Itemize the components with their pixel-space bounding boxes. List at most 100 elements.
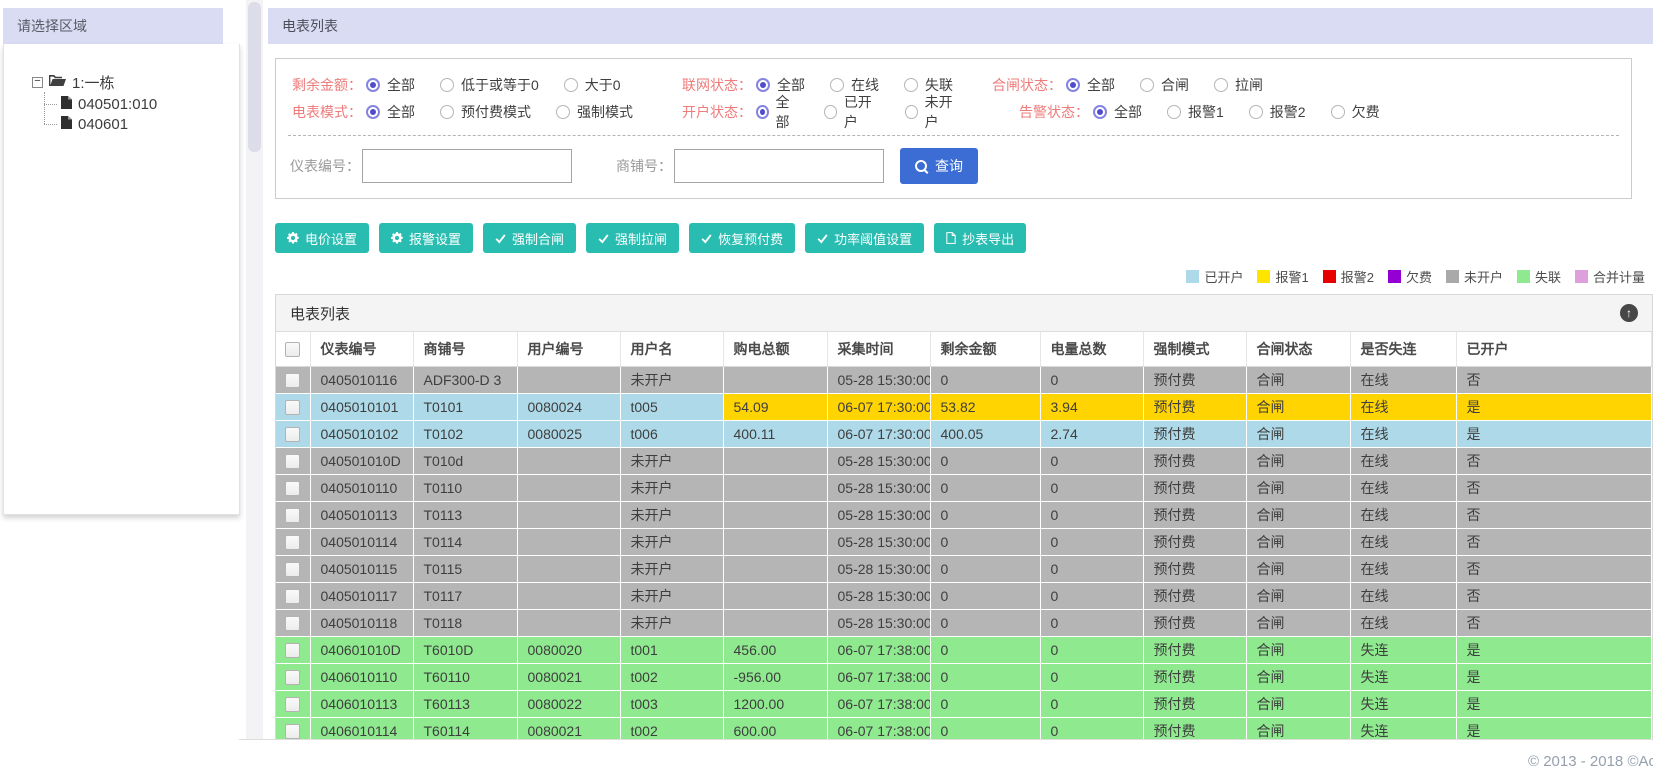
radio-option[interactable]: 全部 <box>1066 75 1115 95</box>
column-header[interactable]: 用户编号 <box>517 332 621 367</box>
tree-root-label[interactable]: 1:一栋 <box>72 72 115 93</box>
radio-icon[interactable] <box>366 104 380 119</box>
row-checkbox[interactable] <box>285 400 300 416</box>
radio-option[interactable]: 大于0 <box>563 75 621 95</box>
action-button[interactable]: 强制合闸 <box>483 223 577 253</box>
shop-no-input[interactable] <box>674 149 884 183</box>
tree-node[interactable]: 040501:010 <box>37 94 239 114</box>
collapse-icon[interactable] <box>32 76 43 88</box>
radio-option[interactable]: 全部 <box>366 75 415 95</box>
action-button[interactable]: 抄表导出 <box>934 223 1027 253</box>
table-row[interactable]: 0405010101 T0101 0080024 t005 54.09 06-07 17:… <box>276 393 1652 421</box>
action-button[interactable]: 恢复预付费 <box>689 223 796 253</box>
tree-node-label[interactable]: 040501:010 <box>78 96 157 113</box>
column-header[interactable]: 用户名 <box>620 332 724 367</box>
row-checkbox[interactable] <box>285 535 300 551</box>
radio-option[interactable]: 低于或等于0 <box>440 75 539 95</box>
status-legend: 已开户 报警1 报警2 欠费 未开户 失联 合并计量 <box>268 267 1645 286</box>
row-checkbox[interactable] <box>285 481 300 497</box>
column-header[interactable]: 采集时间 <box>827 332 931 367</box>
column-header[interactable]: 强制模式 <box>1143 332 1247 367</box>
query-button[interactable]: 查询 <box>900 148 978 184</box>
radio-icon[interactable] <box>1248 104 1263 119</box>
row-checkbox[interactable] <box>285 724 300 740</box>
radio-icon[interactable] <box>756 104 769 119</box>
radio-icon[interactable] <box>1066 77 1080 92</box>
meter-no-input[interactable] <box>362 149 572 183</box>
scrollbar-thumb[interactable] <box>248 2 261 152</box>
row-checkbox[interactable] <box>285 508 300 524</box>
table-row[interactable]: 0405010118 T0118 未开户 05-28 15:30:00 0 0 预付费 合闸在… <box>276 609 1652 637</box>
column-header[interactable]: 购电总额 <box>723 332 828 367</box>
row-checkbox[interactable] <box>285 643 300 659</box>
row-checkbox[interactable] <box>285 562 300 578</box>
column-header[interactable]: 合闸状态 <box>1246 332 1351 367</box>
radio-icon[interactable] <box>366 77 380 92</box>
action-button[interactable]: 功率阈值设置 <box>805 223 925 253</box>
vertical-scrollbar[interactable] <box>246 0 263 784</box>
radio-icon[interactable] <box>824 104 837 119</box>
radio-option[interactable]: 强制模式 <box>556 102 633 122</box>
table-cell: 在线 <box>1350 366 1457 394</box>
radio-icon[interactable] <box>556 104 570 119</box>
table-row[interactable]: 0405010115 T0115 未开户 05-28 15:30:00 0 0 预付费 合闸在… <box>276 555 1652 583</box>
row-checkbox[interactable] <box>285 373 300 389</box>
column-header[interactable]: 已开户 <box>1456 332 1652 367</box>
radio-icon[interactable] <box>904 77 918 92</box>
action-button[interactable]: 电价设置 <box>275 223 370 253</box>
table-row[interactable]: 0406010113 T60113 0080022 t003 1200.00 06-07 … <box>276 690 1652 718</box>
radio-icon[interactable] <box>830 77 844 92</box>
radio-icon[interactable] <box>440 77 454 92</box>
column-header[interactable]: 商铺号 <box>413 332 518 367</box>
table-row[interactable]: 0405010116 ADF300-D 3 未开户 05-28 15:30:00 0 0 预… <box>276 366 1652 394</box>
table-row[interactable]: 0405010113 T0113 未开户 05-28 15:30:00 0 0 预付费 合闸在… <box>276 501 1652 529</box>
radio-option[interactable]: 已开户 <box>824 92 880 132</box>
table-row[interactable]: 0405010110 T0110 未开户 05-28 15:30:00 0 0 预付费 合闸在… <box>276 474 1652 502</box>
radio-icon[interactable] <box>1093 104 1107 119</box>
table-cell: 400.05 <box>930 420 1041 448</box>
row-checkbox[interactable] <box>285 616 300 632</box>
row-checkbox[interactable] <box>285 697 300 713</box>
column-header[interactable]: 是否失连 <box>1350 332 1457 367</box>
radio-option[interactable]: 全部 <box>1093 102 1142 122</box>
tree-node[interactable]: 040601 <box>37 114 239 134</box>
column-header[interactable]: 电量总数 <box>1040 332 1144 367</box>
radio-option[interactable]: 拉闸 <box>1214 75 1263 95</box>
table-row[interactable]: 040601010D T6010D 0080020 t001 456.00 06-07 1… <box>276 636 1652 664</box>
row-checkbox[interactable] <box>285 454 300 470</box>
radio-icon[interactable] <box>1167 104 1181 119</box>
radio-icon[interactable] <box>756 77 770 92</box>
table-row[interactable]: 0406010110 T60110 0080021 t002 -956.00 06-07 … <box>276 663 1652 691</box>
select-all-checkbox[interactable] <box>285 342 300 358</box>
radio-icon[interactable] <box>440 104 454 119</box>
radio-icon[interactable] <box>905 104 918 119</box>
radio-option[interactable]: 全部 <box>366 102 415 122</box>
radio-icon[interactable] <box>563 77 578 92</box>
radio-option[interactable]: 报警1 <box>1167 102 1224 122</box>
table-row[interactable]: 040501010D T010d 未开户 05-28 15:30:00 0 0 预付费 合闸在… <box>276 447 1652 475</box>
tree-root-node[interactable]: 1:一栋 <box>32 72 239 92</box>
table-row[interactable]: 0405010102 T0102 0080025 t006 400.11 06-07 17… <box>276 420 1652 448</box>
row-checkbox[interactable] <box>285 589 300 605</box>
column-header[interactable]: 仪表编号 <box>310 332 414 367</box>
table-row[interactable]: 0405010114 T0114 未开户 05-28 15:30:00 0 0 预付费 合闸在… <box>276 528 1652 556</box>
tree-node-label[interactable]: 040601 <box>78 116 128 133</box>
row-checkbox[interactable] <box>285 427 300 443</box>
action-button[interactable]: 强制拉闸 <box>586 223 680 253</box>
action-button[interactable]: 报警设置 <box>379 223 474 253</box>
collapse-up-icon[interactable] <box>1620 304 1638 322</box>
radio-option[interactable]: 合闸 <box>1140 75 1189 95</box>
radio-icon[interactable] <box>1330 104 1345 119</box>
radio-option[interactable]: 欠费 <box>1330 102 1380 122</box>
column-header[interactable]: 剩余金额 <box>930 332 1041 367</box>
radio-option[interactable]: 报警2 <box>1248 102 1306 122</box>
table-row[interactable]: 0406010114 T60114 0080021 t002 600.00 06-07 1… <box>276 717 1652 740</box>
row-checkbox[interactable] <box>285 670 300 686</box>
radio-option[interactable]: 预付费模式 <box>440 102 531 122</box>
radio-icon[interactable] <box>1214 77 1228 92</box>
radio-option-label: 合闸 <box>1161 76 1189 93</box>
radio-option[interactable]: 未开户 <box>905 92 961 132</box>
table-row[interactable]: 0405010117 T0117 未开户 05-28 15:30:00 0 0 预付费 合闸在… <box>276 582 1652 610</box>
radio-icon[interactable] <box>1140 77 1154 92</box>
radio-option[interactable]: 全部 <box>756 92 799 132</box>
